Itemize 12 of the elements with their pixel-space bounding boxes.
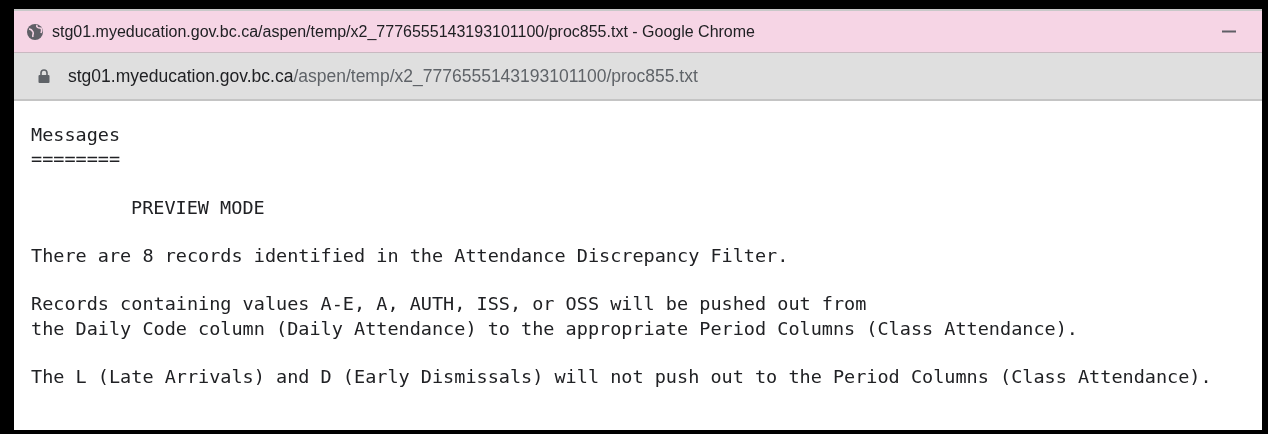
globe-icon [26,22,44,41]
lock-icon [38,69,50,83]
url-text[interactable]: stg01.myeducation.gov.bc.ca/aspen/temp/x2_7776555143193101100/proc855.txt [68,62,698,90]
mode-label: PREVIEW MODE [131,195,265,220]
message-line: Records containing values A-E, A, AUTH, ISS, or OSS will be pushed out from [31,292,867,317]
message-line: There are 8 records identified in the Attendance Discrepancy Filter. [31,244,789,268]
message-line: The L (Late Arrivals) and D (Early Dismissals) will not push out to the Period Columns (Class Attendance). [31,364,1212,389]
minimize-icon[interactable] [1222,30,1236,33]
heading-underline: ======== [31,147,121,172]
message-line: the Daily Code column (Daily Attendance) to the appropriate Period Columns (Class Attendance). [31,316,1078,341]
window-title: stg01.myeducation.gov.bc.ca/aspen/temp/x2_7776555143193101100/proc855.txt - Google Chrome [52,21,755,42]
document-heading: Messages [31,123,121,147]
